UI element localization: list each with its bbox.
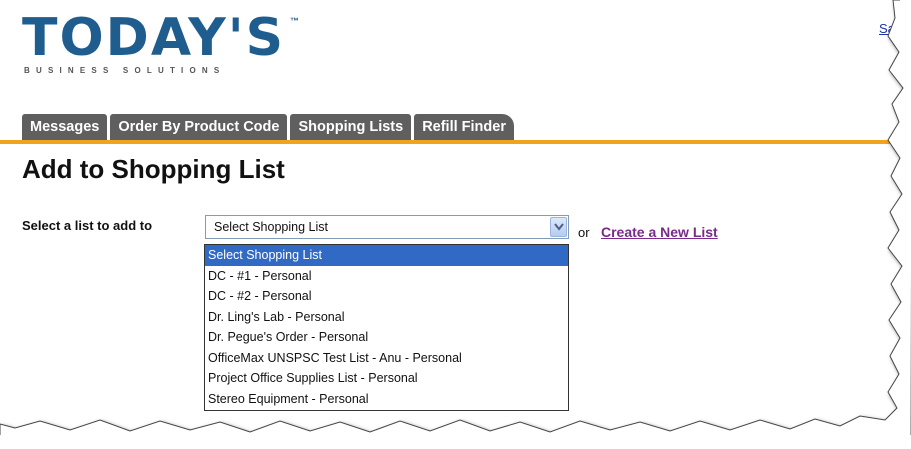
page: TODAY'S ™ BUSINESS SOLUTIONS Sav Message…: [0, 0, 911, 449]
torn-paper-edge: [0, 0, 911, 449]
